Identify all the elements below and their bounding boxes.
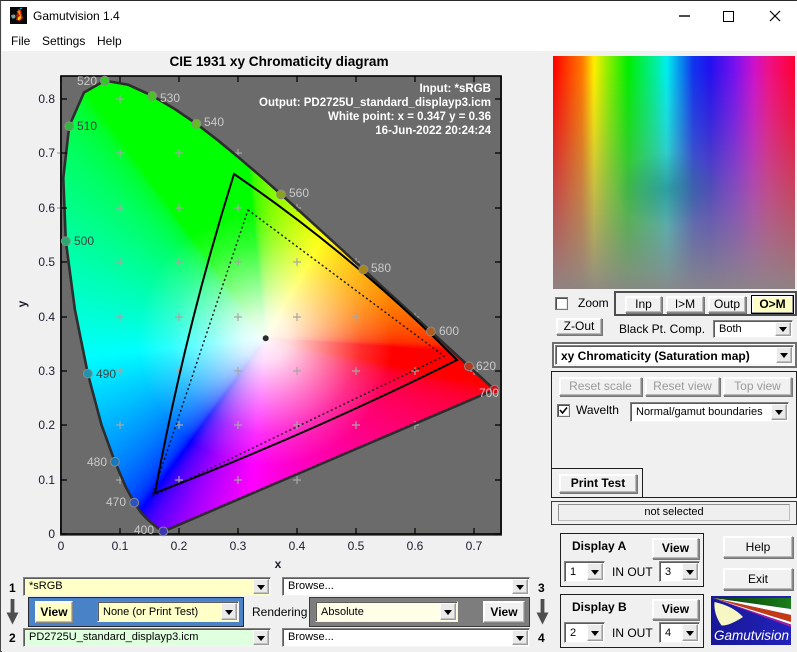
- svg-text:0.6: 0.6: [407, 539, 424, 553]
- svg-text:0.6: 0.6: [38, 201, 55, 215]
- svg-text:400: 400: [134, 523, 154, 537]
- svg-text:0.4: 0.4: [38, 310, 55, 324]
- svg-text:530: 530: [160, 91, 180, 105]
- svg-text:540: 540: [204, 115, 224, 129]
- svg-text:0.1: 0.1: [112, 539, 129, 553]
- svg-text:0: 0: [48, 527, 55, 541]
- svg-text:700: 700: [479, 386, 499, 400]
- svg-text:x: x: [275, 557, 282, 571]
- svg-text:0.7: 0.7: [38, 146, 55, 160]
- svg-text:0.1: 0.1: [38, 473, 55, 487]
- svg-text:0.2: 0.2: [38, 418, 55, 432]
- svg-text:Input: *sRGB: Input: *sRGB: [419, 83, 491, 95]
- svg-text:500: 500: [74, 234, 94, 248]
- svg-text:Gamutvision: Gamutvision: [714, 627, 789, 643]
- svg-text:560: 560: [289, 186, 309, 200]
- svg-text:0.2: 0.2: [171, 539, 188, 553]
- svg-text:0.8: 0.8: [38, 92, 55, 106]
- svg-text:490: 490: [96, 367, 116, 381]
- svg-text:470: 470: [106, 495, 126, 509]
- svg-text:0.3: 0.3: [230, 539, 247, 553]
- svg-text:0.5: 0.5: [38, 255, 55, 269]
- svg-text:0.3: 0.3: [38, 364, 55, 378]
- svg-text:CIE 1931 xy Chromaticity diagr: CIE 1931 xy Chromaticity diagram: [169, 54, 388, 69]
- svg-text:620: 620: [476, 359, 496, 373]
- svg-text:16-Jun-2022 20:24:24: 16-Jun-2022 20:24:24: [375, 125, 491, 137]
- svg-text:510: 510: [77, 119, 97, 133]
- svg-text:520: 520: [77, 74, 97, 88]
- svg-text:y: y: [15, 300, 29, 307]
- svg-text:0.5: 0.5: [348, 539, 365, 553]
- svg-text:0: 0: [58, 539, 65, 553]
- svg-text:580: 580: [371, 261, 391, 275]
- svg-text:0.7: 0.7: [466, 539, 483, 553]
- svg-text:480: 480: [87, 455, 107, 469]
- svg-text:600: 600: [439, 324, 459, 338]
- svg-text:Output: PD2725U_standard_displ: Output: PD2725U_standard_displayp3.icm: [259, 97, 491, 109]
- svg-text:0.4: 0.4: [289, 539, 306, 553]
- svg-text:White point: x = 0.347 y = 0: White point: x = 0.347 y = 0.36: [328, 111, 491, 123]
